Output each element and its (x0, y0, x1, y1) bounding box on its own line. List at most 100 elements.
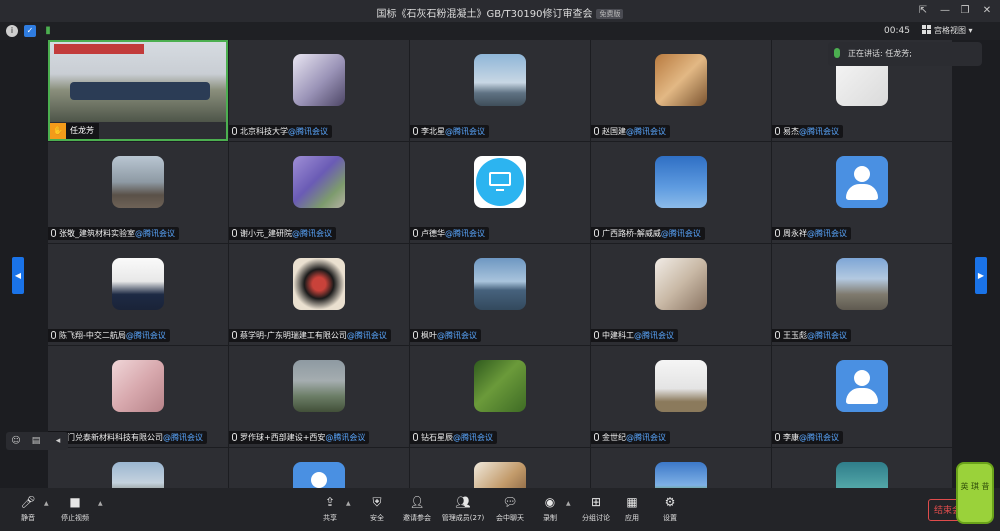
view-mode-label: 宫格视图 ▾ (934, 26, 973, 35)
participant-name: 王玉彪 (783, 331, 807, 340)
participant-tile[interactable]: 李康@腾讯会议 (772, 346, 952, 447)
participant-tile[interactable] (410, 448, 590, 488)
emoji-icon[interactable]: ☺ (10, 435, 22, 447)
meeting-timer: 00:45 (884, 26, 910, 36)
collapse-arrow-icon[interactable]: ◂ (52, 435, 64, 447)
manage-members-button[interactable]: 👥︎ 管理成员(27) (440, 492, 486, 528)
record-options-caret[interactable]: ▲ (566, 500, 571, 507)
user-shoulders-icon (846, 388, 878, 404)
muted-mic-icon (594, 433, 599, 441)
participant-tile[interactable]: 蔡学明-广东明瑞建工有限公司@腾讯会议 (229, 244, 409, 345)
speaking-mic-icon (834, 48, 840, 58)
security-label: 安全 (370, 514, 384, 522)
participant-name: 张敬_建筑材料实验室 (59, 229, 135, 238)
muted-mic-icon (775, 331, 780, 339)
record-icon: ◉ (544, 495, 556, 509)
info-icon[interactable]: i (6, 25, 18, 37)
meeting-info-bar: i ✓ ▮ 00:45 宫格视图 ▾ (0, 22, 1000, 40)
gear-icon: ⚙ (664, 495, 676, 509)
participant-tile[interactable] (229, 448, 409, 488)
share-button[interactable]: ⇪ 共享 (310, 492, 350, 528)
maximize-button[interactable]: ❐ (956, 3, 974, 19)
invite-button[interactable]: 👤︎ 邀请参会 (397, 492, 437, 528)
participant-tile[interactable]: 卢德华@腾讯会议 (410, 142, 590, 243)
participant-tile[interactable]: 金世纪@腾讯会议 (591, 346, 771, 447)
pin-window-button[interactable]: ⇱ (914, 3, 932, 19)
participant-name-suffix: @腾讯会议 (288, 127, 328, 136)
muted-mic-icon (232, 331, 237, 339)
stop-video-button[interactable]: ■ 停止视频 (54, 492, 96, 528)
participant-tile[interactable]: 王玉彪@腾讯会议 (772, 244, 952, 345)
muted-mic-icon (413, 127, 418, 135)
breakout-button[interactable]: ⊞ 分组讨论 (576, 492, 616, 528)
apps-button[interactable]: ▦ 应用 (612, 492, 652, 528)
share-options-caret[interactable]: ▲ (346, 500, 351, 507)
participant-name-suffix: @腾讯会议 (445, 127, 485, 136)
close-button[interactable]: ✕ (978, 3, 996, 19)
muted-mic-icon (51, 229, 56, 237)
participant-tile[interactable]: 钻石星辰@腾讯会议 (410, 346, 590, 447)
participant-name-tag: 钻石星辰@腾讯会议 (410, 431, 497, 444)
participant-tile[interactable] (591, 448, 771, 488)
participant-tile[interactable]: 罗作球+西部建设+西安@腾讯会议 (229, 346, 409, 447)
participant-name: 卢德华 (421, 229, 445, 238)
participant-tile[interactable]: 周永祥@腾讯会议 (772, 142, 952, 243)
participant-name-tag: 卢德华@腾讯会议 (410, 227, 489, 240)
participant-name-suffix: @腾讯会议 (807, 229, 847, 238)
view-mode-button[interactable]: 宫格视图 ▾ (922, 25, 973, 36)
participant-name: 罗作球+西部建设+西安 (240, 433, 326, 442)
participant-tile[interactable]: 厦门兑泰新材料科技有限公司@腾讯会议 (48, 346, 228, 447)
participant-tile[interactable]: 赵国建@腾讯会议 (591, 40, 771, 141)
prev-page-arrow[interactable]: ◀ (12, 257, 24, 294)
avatar (655, 54, 707, 106)
participant-name-suffix: @腾讯会议 (634, 331, 674, 340)
breakout-label: 分组讨论 (582, 514, 610, 522)
participant-tile[interactable] (48, 448, 228, 488)
chat-bubble-icon[interactable]: ▤ (30, 435, 42, 447)
monitor-stand-icon (496, 189, 504, 191)
muted-mic-icon (775, 229, 780, 237)
participant-tile[interactable]: 李北星@腾讯会议 (410, 40, 590, 141)
shield-icon[interactable]: ✓ (24, 25, 36, 37)
muted-mic-icon (413, 229, 418, 237)
participant-tile[interactable]: 中建科工@腾讯会议 (591, 244, 771, 345)
next-page-arrow[interactable]: ▶ (975, 257, 987, 294)
participant-name-tag: 赵国建@腾讯会议 (591, 125, 670, 138)
participant-name-tag: 枫叶@腾讯会议 (410, 329, 481, 342)
participant-name-tag: 厦门兑泰新材料科技有限公司@腾讯会议 (48, 431, 207, 444)
avatar (655, 462, 707, 488)
mute-button[interactable]: 🎤︎ 静音 (8, 492, 48, 528)
participant-tile[interactable]: 北京科技大学@腾讯会议 (229, 40, 409, 141)
participant-tile[interactable]: 广西路桥-解威威@腾讯会议 (591, 142, 771, 243)
participant-name: 谢小元_建研院 (240, 229, 292, 238)
security-button[interactable]: ⛨ 安全 (357, 492, 397, 528)
record-button[interactable]: ◉ 录制 (530, 492, 570, 528)
muted-mic-icon (594, 331, 599, 339)
participant-tile[interactable]: 谢小元_建研院@腾讯会议 (229, 142, 409, 243)
avatar (655, 360, 707, 412)
participant-tile[interactable] (772, 448, 952, 488)
speaking-indicator: 正在讲话: 任龙芳; (828, 42, 982, 66)
minimize-button[interactable]: — (936, 3, 954, 19)
participant-name-suffix: @腾讯会议 (437, 331, 477, 340)
participant-name-tag: 易杰@腾讯会议 (772, 125, 843, 138)
network-signal-icon[interactable]: ▮ (42, 25, 54, 37)
add-user-icon: 👤︎ (409, 495, 425, 509)
muted-mic-icon (232, 127, 237, 135)
avatar (836, 156, 888, 208)
participant-name-tag: 李康@腾讯会议 (772, 431, 843, 444)
speaker-tile[interactable]: ✋ 任龙芳 (48, 40, 228, 141)
mute-options-caret[interactable]: ▲ (44, 500, 49, 507)
avatar (655, 156, 707, 208)
participant-tile[interactable]: 张敬_建筑材料实验室@腾讯会议 (48, 142, 228, 243)
chat-button[interactable]: 💬︎ 会中聊天 (490, 492, 530, 528)
apps-label: 应用 (625, 514, 639, 522)
participant-name: 李康 (783, 433, 799, 442)
participant-name-tag: 陈飞翔-中交二航局@腾讯会议 (48, 329, 170, 342)
participant-tile[interactable]: 陈飞翔-中交二航局@腾讯会议 (48, 244, 228, 345)
video-options-caret[interactable]: ▲ (98, 500, 103, 507)
participant-tile[interactable]: 枫叶@腾讯会议 (410, 244, 590, 345)
user-head-icon (311, 472, 327, 488)
participant-name: 金世纪 (602, 433, 626, 442)
settings-button[interactable]: ⚙ 设置 (650, 492, 690, 528)
